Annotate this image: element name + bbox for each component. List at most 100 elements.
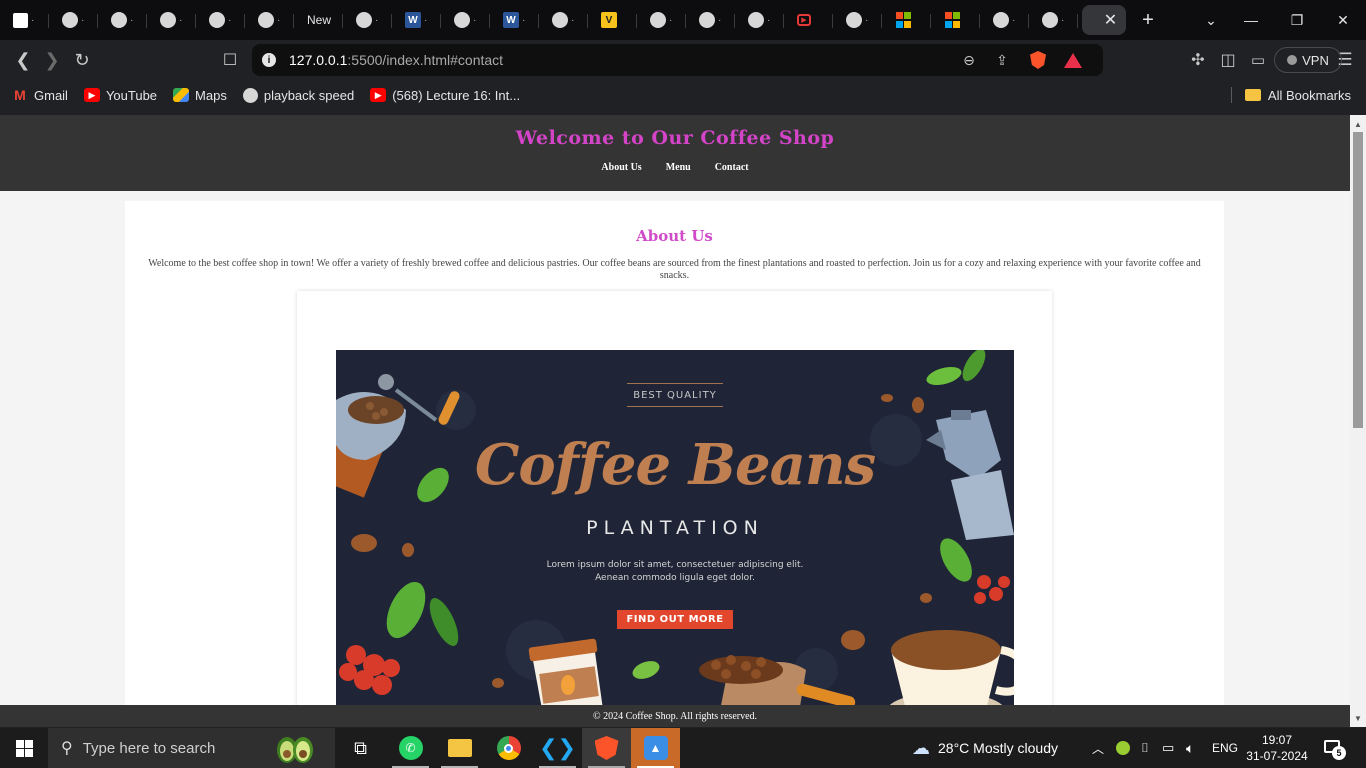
bookmark-item[interactable]: ▶ YouTube <box>83 87 158 103</box>
browser-tab[interactable]: · <box>1029 5 1078 35</box>
language-indicator[interactable]: ENG <box>1212 728 1238 768</box>
weather-widget[interactable]: ☁ 28°C Mostly cloudy <box>912 728 1058 768</box>
brave-shields-icon[interactable] <box>1028 50 1048 70</box>
task-view-button[interactable]: ⧉ <box>336 728 385 768</box>
network-icon[interactable]: ▭ <box>1162 728 1174 768</box>
coffee-banner-image: BEST QUALITY Coffee Beans PLANTATION Lor… <box>336 350 1014 705</box>
close-window-button[interactable]: ✕ <box>1320 0 1366 40</box>
globe-icon <box>699 12 715 28</box>
back-button[interactable]: ❮ <box>8 45 38 75</box>
nav-link-contact[interactable]: Contact <box>715 162 749 173</box>
nav-link-menu[interactable]: Menu <box>666 162 691 173</box>
new-tab-button[interactable]: + <box>1126 9 1170 32</box>
tab-title-fragment: · <box>375 14 379 26</box>
all-bookmarks-label: All Bookmarks <box>1267 87 1351 103</box>
browser-tab[interactable]: New <box>294 5 343 35</box>
browser-tab[interactable]: · <box>196 5 245 35</box>
meet-now-icon[interactable]: ⌷ <box>1141 728 1149 768</box>
browser-tab[interactable]: · <box>637 5 686 35</box>
browser-tab[interactable]: · <box>735 5 784 35</box>
site-info-icon[interactable]: i <box>262 53 276 67</box>
photos-taskbar-button[interactable]: ▲ <box>631 728 680 768</box>
avocado-search-highlight-icon[interactable] <box>273 732 319 764</box>
browser-tab[interactable]: · <box>147 5 196 35</box>
scroll-down-icon[interactable]: ▼ <box>1350 711 1366 725</box>
globe-icon <box>846 12 862 28</box>
reload-button[interactable]: ↻ <box>67 45 97 75</box>
bookmark-item[interactable]: ▶ (568) Lecture 16: Int... <box>370 88 520 103</box>
browser-tab[interactable]: · <box>980 5 1029 35</box>
bookmark-item[interactable]: playback speed <box>242 87 354 103</box>
browser-tab[interactable]: · <box>245 5 294 35</box>
browser-tab[interactable]: · <box>98 5 147 35</box>
vpn-button[interactable]: VPN <box>1274 47 1342 73</box>
notification-center-button[interactable]: 5 <box>1322 738 1346 760</box>
vscode-icon: ❮❯ <box>539 735 576 760</box>
browser-tab[interactable]: · <box>539 5 588 35</box>
active-tab[interactable]: ✕ <box>1082 5 1126 35</box>
close-tab-icon[interactable]: ✕ <box>1104 10 1117 30</box>
chrome-taskbar-button[interactable] <box>484 728 533 768</box>
tab-title-fragment: · <box>865 14 869 26</box>
site-title: Welcome to Our Coffee Shop <box>515 127 835 149</box>
browser-tab[interactable] <box>931 5 980 35</box>
tab-title-fragment: · <box>228 14 232 26</box>
browser-tab[interactable]: V <box>588 5 637 35</box>
zoom-icon[interactable]: ⊖ <box>959 50 979 70</box>
wallet-icon[interactable]: ▭ <box>1243 45 1273 75</box>
bookmark-label: YouTube <box>105 87 158 103</box>
page-scrollbar[interactable]: ▲ ▼ <box>1350 115 1366 727</box>
whatsapp-taskbar-button[interactable]: ✆ <box>386 728 435 768</box>
site-footer: © 2024 Coffee Shop. All rights reserved. <box>0 705 1350 727</box>
browser-tab[interactable]: W · <box>392 5 441 35</box>
browser-tab[interactable] <box>882 5 931 35</box>
bookmark-item[interactable]: Maps <box>173 88 227 103</box>
scroll-up-icon[interactable]: ▲ <box>1350 117 1366 131</box>
all-bookmarks-button[interactable]: All Bookmarks <box>1230 80 1351 110</box>
minimize-button[interactable]: — <box>1228 0 1274 40</box>
banner-title: Coffee Beans <box>474 432 876 498</box>
tray-app-icon[interactable] <box>1116 728 1130 768</box>
show-hidden-icons-button[interactable]: ︿ <box>1092 728 1104 768</box>
presentation-icon: ▶ <box>797 14 811 26</box>
sidebar-icon[interactable]: ◫ <box>1213 45 1243 75</box>
banner-badge: BEST QUALITY <box>627 383 723 407</box>
bookmark-item[interactable]: M Gmail <box>12 87 68 103</box>
scrollbar-thumb[interactable] <box>1353 132 1363 428</box>
vscode-taskbar-button[interactable]: ❮❯ <box>533 728 582 768</box>
globe-icon <box>242 87 258 103</box>
nav-link-about-us[interactable]: About Us <box>601 162 641 173</box>
bookmark-icon[interactable]: ☐ <box>215 45 245 75</box>
volume-icon[interactable]: 🔈︎ <box>1186 728 1194 768</box>
share-icon[interactable]: ⇪ <box>992 50 1012 70</box>
extensions-icon[interactable]: ✣ <box>1183 45 1213 75</box>
banner-description: Lorem ipsum dolor sit amet, consectetuer… <box>546 560 804 583</box>
brave-rewards-icon[interactable] <box>1063 50 1083 70</box>
file-explorer-taskbar-button[interactable] <box>435 728 484 768</box>
chrome-icon <box>496 736 521 760</box>
browser-tab[interactable]: · <box>441 5 490 35</box>
browser-tab[interactable]: · <box>0 5 49 35</box>
browser-tab[interactable]: W · <box>490 5 539 35</box>
page-viewport[interactable]: Welcome to Our Coffee Shop About Us Menu C… <box>0 115 1350 705</box>
brave-icon <box>594 736 619 760</box>
bookmark-label: (568) Lecture 16: Int... <box>392 87 521 103</box>
browser-tab[interactable]: · <box>686 5 735 35</box>
browser-tab[interactable]: · <box>343 5 392 35</box>
word-icon: W <box>503 12 519 28</box>
globe-icon <box>62 12 78 28</box>
brave-taskbar-button[interactable] <box>582 728 631 768</box>
globe-icon <box>111 12 127 28</box>
notification-count-badge: 5 <box>1332 746 1346 760</box>
forward-button[interactable]: ❯ <box>37 45 67 75</box>
start-button[interactable] <box>0 728 48 768</box>
browser-tab[interactable]: · <box>833 5 882 35</box>
browser-tab[interactable]: · <box>49 5 98 35</box>
search-placeholder: Type here to search <box>82 739 216 757</box>
url-text[interactable]: 127.0.0.1:5500/index.html#contact <box>289 52 503 68</box>
address-bar[interactable]: i 127.0.0.1:5500/index.html#contact ⊖ ⇪ <box>252 44 1103 76</box>
site-header: Welcome to Our Coffee Shop About Us Menu C… <box>0 115 1350 191</box>
restore-button[interactable]: ❐ <box>1274 0 1320 40</box>
browser-tab[interactable]: ▶ <box>784 5 833 35</box>
clock[interactable]: 19:07 31-07-2024 <box>1244 732 1310 764</box>
